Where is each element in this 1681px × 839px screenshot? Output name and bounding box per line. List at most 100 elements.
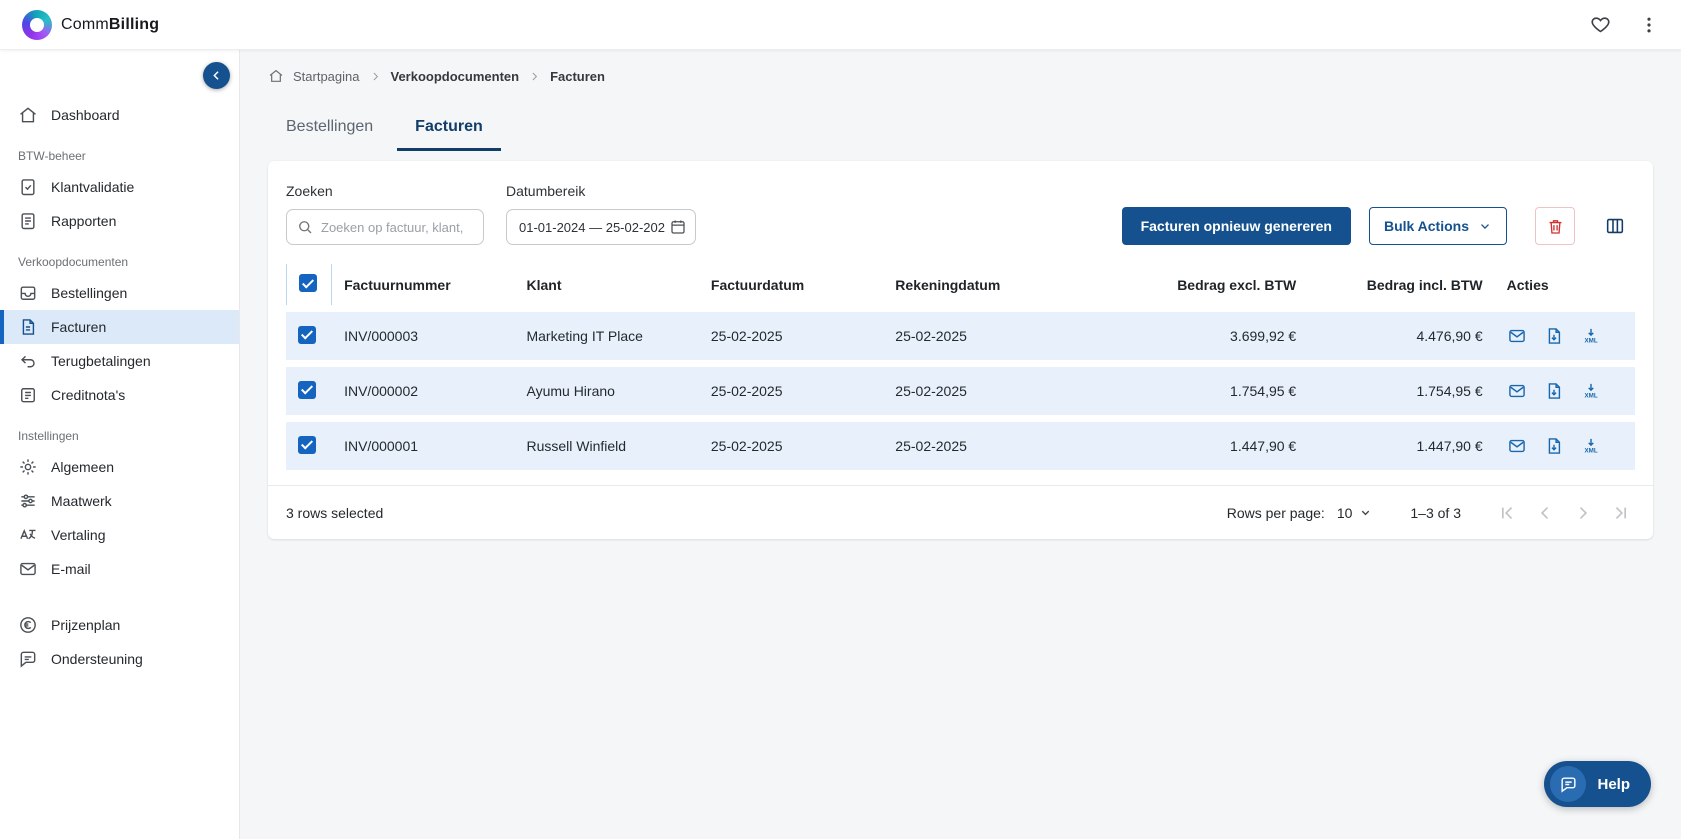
download-xml-icon[interactable]: XML (1581, 436, 1601, 456)
breadcrumb: Startpagina Verkoopdocumenten Facturen (268, 68, 1653, 84)
favorites-heart-icon[interactable] (1590, 14, 1611, 35)
send-email-icon[interactable] (1507, 381, 1527, 401)
clipboard-check-icon (18, 177, 38, 197)
download-pdf-icon[interactable] (1544, 326, 1564, 346)
sidebar-item-label: Maatwerk (51, 493, 112, 509)
previous-page-icon[interactable] (1531, 499, 1559, 527)
columns-icon (1604, 215, 1626, 237)
rows-per-page-select[interactable]: 10 (1337, 505, 1373, 521)
cell-invoice: INV/000001 (332, 422, 515, 470)
trash-icon (1546, 217, 1565, 236)
column-header-bedrag-excl[interactable]: Bedrag excl. BTW (1122, 264, 1308, 305)
pagination-controls: Rows per page: 10 1–3 of 3 (1227, 499, 1635, 527)
sidebar-item-terugbetalingen[interactable]: Terugbetalingen (0, 344, 239, 378)
row-actions: XML (1507, 312, 1623, 360)
breadcrumb-item[interactable]: Startpagina (293, 69, 360, 84)
sidebar-item-bestellingen[interactable]: Bestellingen (0, 276, 239, 310)
regenerate-invoices-button[interactable]: Facturen opnieuw genereren (1121, 207, 1351, 245)
help-button[interactable]: Help (1544, 761, 1651, 807)
sidebar-item-prijzenplan[interactable]: Prijzenplan (0, 608, 239, 642)
select-all-checkbox[interactable] (299, 274, 317, 292)
table-row[interactable]: INV/000003 Marketing IT Place 25-02-2025… (286, 312, 1635, 360)
table-row[interactable]: INV/000002 Ayumu Hirano 25-02-2025 25-02… (286, 367, 1635, 415)
sidebar-item-label: Facturen (51, 319, 107, 335)
chevron-down-icon (1359, 506, 1372, 519)
sidebar: Dashboard BTW-beheer Klantvalidatie Rapp… (0, 50, 240, 839)
delete-button[interactable] (1535, 207, 1575, 245)
invoices-card: Zoeken Datumbereik (268, 161, 1653, 539)
breadcrumb-item-current: Facturen (550, 68, 605, 84)
filters-toolbar: Zoeken Datumbereik (286, 183, 1635, 245)
breadcrumb-home-icon[interactable] (268, 68, 284, 84)
brand[interactable]: CommBilling (22, 9, 160, 40)
search-input[interactable] (286, 209, 484, 245)
sidebar-item-maatwerk[interactable]: Maatwerk (0, 484, 239, 518)
tab-facturen[interactable]: Facturen (397, 108, 501, 151)
download-xml-icon[interactable]: XML (1581, 326, 1601, 346)
rows-per-page-label: Rows per page: (1226, 504, 1325, 521)
date-range-input[interactable] (506, 209, 696, 245)
download-xml-icon[interactable]: XML (1581, 381, 1601, 401)
last-page-icon[interactable] (1607, 499, 1635, 527)
sidebar-section-btw-beheer: BTW-beheer (18, 149, 86, 163)
sidebar-item-algemeen[interactable]: Algemeen (0, 450, 239, 484)
column-header-factuurnummer[interactable]: Factuurnummer (332, 264, 514, 305)
topbar-actions (1590, 14, 1659, 35)
calendar-icon[interactable] (669, 218, 687, 236)
date-range-label: Datumbereik (506, 183, 586, 199)
cell-billing-date: 25-02-2025 (883, 312, 1122, 360)
column-header-bedrag-incl[interactable]: Bedrag incl. BTW (1308, 264, 1494, 305)
sidebar-item-dashboard[interactable]: Dashboard (0, 98, 239, 132)
cell-invoice-date: 25-02-2025 (698, 367, 884, 415)
sliders-icon (18, 491, 38, 511)
row-checkbox[interactable] (298, 380, 316, 399)
refund-icon (18, 351, 38, 371)
orders-icon (18, 283, 38, 303)
sidebar-item-email[interactable]: E-mail (0, 552, 239, 586)
send-email-icon[interactable] (1507, 326, 1527, 346)
report-icon (18, 211, 38, 231)
rows-per-page-value: 10 (1336, 504, 1353, 521)
sidebar-item-creditnotas[interactable]: Creditnota's (0, 378, 239, 412)
column-header-rekeningdatum[interactable]: Rekeningdatum (883, 264, 1122, 305)
download-pdf-icon[interactable] (1544, 381, 1564, 401)
row-checkbox[interactable] (298, 325, 316, 344)
sidebar-item-label: Dashboard (51, 107, 120, 123)
send-email-icon[interactable] (1507, 436, 1527, 456)
next-page-icon[interactable] (1569, 499, 1597, 527)
kebab-menu-icon[interactable] (1639, 15, 1659, 35)
row-checkbox[interactable] (298, 435, 316, 454)
sidebar-item-facturen[interactable]: Facturen (0, 310, 239, 344)
bulk-actions-button[interactable]: Bulk Actions (1368, 207, 1507, 245)
sidebar-item-rapporten[interactable]: Rapporten (0, 204, 239, 238)
sidebar-item-klantvalidatie[interactable]: Klantvalidatie (0, 170, 239, 204)
cell-billing-date: 25-02-2025 (883, 367, 1122, 415)
row-actions: XML (1507, 367, 1623, 415)
download-pdf-icon[interactable] (1544, 436, 1564, 456)
cell-amount-incl: 4.476,90 € (1308, 312, 1495, 360)
cell-amount-incl: 1.754,95 € (1308, 367, 1495, 415)
table-footer: 3 rows selected Rows per page: 10 1–3 of… (268, 485, 1653, 539)
brand-name: CommBilling (61, 15, 160, 33)
cell-customer: Russell Winfield (514, 422, 699, 470)
sidebar-item-label: Algemeen (51, 459, 115, 475)
column-settings-button[interactable] (1595, 207, 1635, 245)
sidebar-collapse-button[interactable] (203, 62, 230, 89)
sidebar-item-label: Creditnota's (51, 387, 126, 403)
sidebar-item-vertaling[interactable]: Vertaling (0, 518, 239, 552)
column-header-factuurdatum[interactable]: Factuurdatum (699, 264, 883, 305)
cell-invoice-date: 25-02-2025 (698, 422, 884, 470)
first-page-icon[interactable] (1493, 499, 1521, 527)
column-header-klant[interactable]: Klant (514, 264, 698, 305)
document-tabs: Bestellingen Facturen (268, 108, 1653, 151)
bulk-actions-label: Bulk Actions (1383, 218, 1469, 234)
table-row[interactable]: INV/000001 Russell Winfield 25-02-2025 2… (286, 422, 1635, 470)
pagination-range-text: 1–3 of 3 (1410, 504, 1461, 521)
mail-icon (18, 559, 38, 579)
translate-icon (18, 525, 38, 545)
breadcrumb-item[interactable]: Verkoopdocumenten (391, 69, 520, 84)
sidebar-item-ondersteuning[interactable]: Ondersteuning (0, 642, 239, 676)
cell-invoice: INV/000003 (332, 312, 515, 360)
tab-bestellingen[interactable]: Bestellingen (268, 108, 391, 151)
sidebar-item-label: Klantvalidatie (51, 179, 135, 195)
